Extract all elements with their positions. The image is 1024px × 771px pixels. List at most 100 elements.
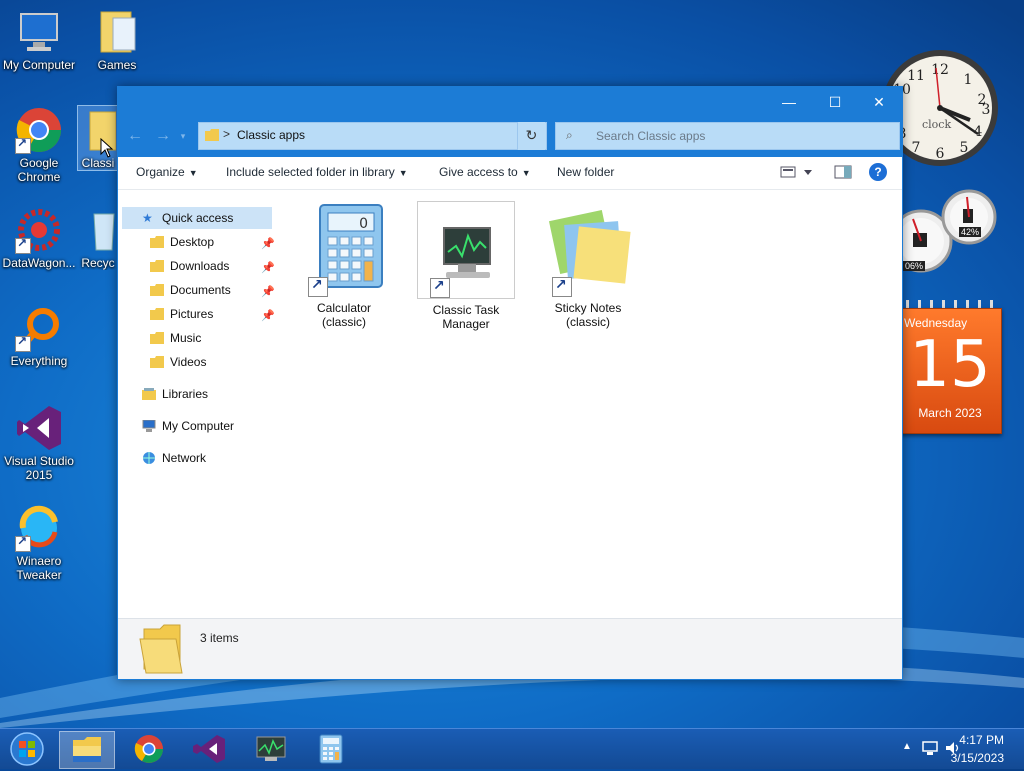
folder-icon [150, 332, 164, 344]
desktop-icon-datawagon[interactable]: DataWagon... [0, 206, 78, 270]
folder-icon [150, 236, 164, 248]
desktop-icon-label: My Computer [2, 58, 76, 72]
calendar-gadget[interactable]: Wednesday 15 March 2023 [900, 300, 1002, 434]
svg-text:3: 3 [982, 102, 991, 118]
file-item-classic-task-manager[interactable]: Classic Task Manager [411, 201, 521, 331]
nav-pictures[interactable]: Pictures [150, 303, 213, 325]
mouse-cursor-icon [100, 138, 114, 158]
close-button[interactable]: ✕ [856, 87, 902, 117]
svg-text:5: 5 [960, 140, 969, 156]
svg-text:7: 7 [912, 140, 921, 156]
clock-time[interactable]: 4:17 PM [959, 733, 1004, 747]
desktop-icon-my-computer[interactable]: My Computer [0, 8, 78, 72]
help-button[interactable]: ? [869, 163, 887, 181]
nav-label: My Computer [162, 419, 235, 433]
item-count: 3 items [200, 631, 239, 645]
chrome-icon [134, 735, 163, 763]
preview-pane-button[interactable] [834, 163, 852, 184]
refresh-button[interactable]: ↻ [517, 122, 545, 150]
maximize-button[interactable]: ☐ [812, 87, 858, 117]
show-hidden-icons-chevron-icon[interactable]: ▲ [902, 741, 912, 752]
recycle-bin-icon [80, 206, 116, 254]
nav-downloads[interactable]: Downloads [150, 255, 229, 277]
include-in-library-label: Include selected folder in library [226, 165, 395, 179]
folder-icon [205, 129, 219, 141]
file-item-calculator[interactable]: 0 Calculator (classic) [289, 201, 399, 329]
recent-locations-chevron-icon[interactable]: ▾ [176, 125, 190, 147]
network-icon [143, 452, 155, 464]
games-folder-icon [93, 8, 141, 56]
explorer-window[interactable]: — ☐ ✕ ← → ▾ > Classic apps ⌄ ↻ ⌕ Organiz… [117, 86, 903, 680]
title-bar[interactable]: — ☐ ✕ [118, 87, 902, 117]
nav-my-computer[interactable]: My Computer [142, 415, 234, 437]
taskbar-visual-studio[interactable] [182, 731, 236, 767]
clock-date[interactable]: 3/15/2023 [951, 751, 1004, 765]
folder-icon [150, 308, 164, 320]
nav-documents[interactable]: Documents [150, 279, 231, 301]
nav-label: Libraries [162, 387, 209, 401]
desktop-icon-label: DataWagon... [2, 256, 76, 270]
folder-icon [139, 624, 183, 674]
breadcrumb-separator: > [223, 127, 231, 141]
pin-icon[interactable]: 📌 [261, 237, 275, 250]
shortcut-arrow-icon [15, 236, 31, 254]
chevron-down-icon: ▼ [521, 168, 531, 178]
search-input[interactable] [594, 126, 888, 146]
svg-text:6: 6 [936, 146, 945, 162]
desktop-icon-visual-studio[interactable]: Visual Studio 2015 [0, 404, 78, 482]
search-box[interactable]: ⌕ [555, 122, 900, 150]
help-icon: ? [869, 163, 887, 181]
taskbar-task-manager[interactable] [244, 731, 298, 767]
include-in-library-menu[interactable]: Include selected folder in library ▼ [226, 165, 408, 179]
desktop-icon-recycle-bin[interactable]: Recyc [78, 206, 118, 270]
nav-quick-access[interactable]: ★ Quick access [122, 207, 272, 229]
svg-text:11: 11 [907, 68, 925, 84]
windows-logo-icon [10, 732, 44, 766]
file-name: Sticky Notes (classic) [554, 301, 622, 329]
chrome-icon [15, 106, 63, 154]
start-button[interactable] [2, 731, 52, 767]
nav-label: Downloads [170, 259, 230, 273]
pin-icon[interactable]: 📌 [261, 309, 275, 322]
change-view-button[interactable] [780, 163, 814, 184]
network-status-icon[interactable] [922, 740, 940, 756]
back-arrow-icon[interactable]: ← [124, 125, 146, 147]
desktop-icon-label: Everything [10, 354, 68, 368]
desktop-icon-winaero-tweaker[interactable]: Winaero Tweaker [0, 504, 78, 582]
give-access-menu[interactable]: Give access to ▼ [439, 165, 531, 179]
task-manager-icon [256, 736, 286, 761]
desktop-icon-google-chrome[interactable]: Google Chrome [0, 106, 78, 184]
file-item-sticky-notes[interactable]: Sticky Notes (classic) [533, 201, 643, 329]
desktop-icon-label: Games [97, 58, 137, 72]
breadcrumb-classic-apps[interactable]: Classic apps [237, 128, 305, 142]
nav-desktop[interactable]: Desktop [150, 231, 214, 253]
svg-text:1: 1 [964, 72, 973, 88]
winaero-tweaker-icon [15, 504, 63, 552]
datawagon-icon [15, 206, 63, 254]
forward-arrow-icon[interactable]: → [152, 125, 174, 147]
nav-label: Videos [170, 355, 207, 369]
pin-icon[interactable]: 📌 [261, 261, 275, 274]
svg-text:0: 0 [359, 216, 368, 232]
nav-videos[interactable]: Videos [150, 351, 206, 373]
cpu-meter-gadget[interactable]: 06% 42% [889, 185, 1005, 285]
address-bar-row: ← → ▾ > Classic apps ⌄ ↻ ⌕ [118, 117, 902, 157]
nav-music[interactable]: Music [150, 327, 201, 349]
address-bar[interactable]: > Classic apps ⌄ [198, 122, 547, 150]
taskbar-file-explorer[interactable] [59, 731, 115, 769]
taskbar-google-chrome[interactable] [122, 731, 176, 767]
refresh-icon: ↻ [525, 127, 538, 143]
nav-libraries[interactable]: Libraries [142, 383, 208, 405]
view-options-icon [780, 166, 812, 178]
taskbar-calculator[interactable] [304, 731, 358, 767]
new-folder-button[interactable]: New folder [557, 165, 614, 179]
nav-network[interactable]: Network [142, 447, 206, 469]
give-access-label: Give access to [439, 165, 518, 179]
desktop-icon-games[interactable]: Games [78, 8, 156, 72]
organize-menu[interactable]: Organize ▼ [136, 165, 198, 179]
desktop-icon-everything[interactable]: Everything [0, 304, 78, 368]
chevron-down-icon: ▼ [398, 168, 408, 178]
pin-icon[interactable]: 📌 [261, 285, 275, 298]
minimize-button[interactable]: — [766, 87, 812, 117]
folder-icon [150, 260, 164, 272]
